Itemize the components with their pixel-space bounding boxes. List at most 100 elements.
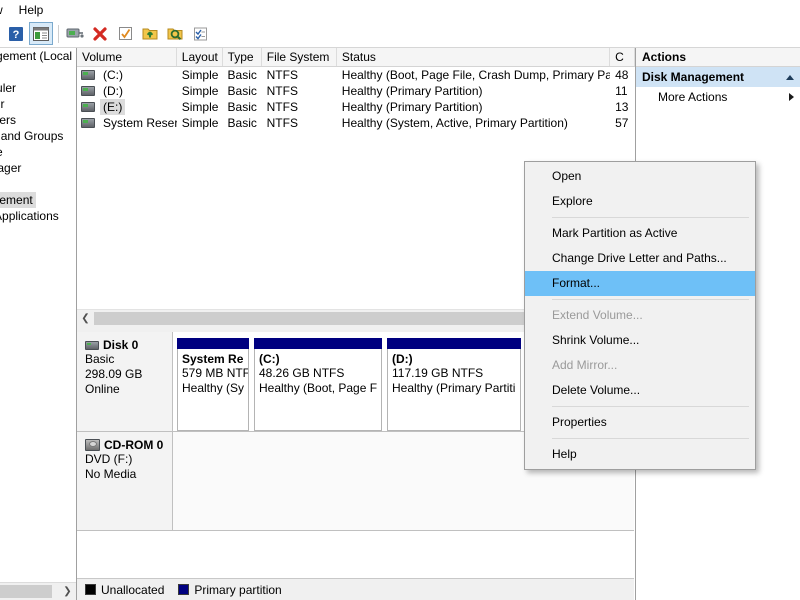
check-task-icon[interactable] (113, 22, 137, 45)
table-row[interactable]: (C:) Simple Basic NTFS Healthy (Boot, Pa… (77, 67, 635, 83)
context-menu-separator (552, 406, 749, 407)
menu-help[interactable]: Help (11, 1, 52, 19)
cell-file-system: NTFS (262, 67, 337, 83)
tree-horizontal-scrollbar[interactable]: ❯ (0, 582, 76, 600)
context-menu-separator (552, 217, 749, 218)
partition-bar (387, 338, 521, 349)
context-menu-separator (552, 299, 749, 300)
cdrom-drive-letter: DVD (F:) (85, 452, 166, 467)
partition-status: Healthy (Primary Partiti (392, 381, 516, 396)
tree-item-computer-management[interactable]: Computer Management (Local (0, 48, 77, 64)
disk-icon (85, 341, 99, 350)
cell-file-system: NTFS (262, 115, 337, 131)
cell-capacity: 48 (610, 67, 635, 83)
cell-layout: Simple (177, 99, 223, 115)
context-menu-item-help[interactable]: Help (525, 442, 755, 467)
disk-name: Disk 0 (103, 338, 138, 352)
cell-type: Basic (223, 67, 262, 83)
chevron-up-icon[interactable] (786, 75, 794, 80)
toolbar-separator (58, 25, 59, 43)
menu-view[interactable]: w (0, 1, 11, 19)
cell-type: Basic (223, 83, 262, 99)
tree-scroll-thumb[interactable] (0, 585, 52, 598)
actions-group-label: Disk Management (642, 67, 744, 87)
tree-item-local-users-groups[interactable]: Local Users and Groups (0, 128, 77, 144)
legend-label-unallocated: Unallocated (101, 583, 164, 597)
cell-volume: (D:) (77, 83, 177, 99)
actions-item-more-actions[interactable]: More Actions (636, 87, 800, 107)
partition-bar (254, 338, 382, 349)
cell-status: Healthy (Boot, Page File, Crash Dump, Pr… (337, 67, 610, 83)
context-menu-item-properties[interactable]: Properties (525, 410, 755, 435)
partition-c[interactable]: (C:) 48.26 GB NTFS Healthy (Boot, Page F (254, 338, 382, 431)
show-hide-console-tree-icon[interactable] (29, 22, 53, 45)
tree-item-task-scheduler[interactable]: Task Scheduler (0, 80, 77, 96)
rescan-disks-icon[interactable] (163, 22, 187, 45)
chevron-right-icon[interactable] (789, 93, 794, 101)
table-row[interactable]: (D:) Simple Basic NTFS Healthy (Primary … (77, 83, 635, 99)
column-header-capacity[interactable]: C (610, 48, 635, 66)
column-header-type[interactable]: Type (223, 48, 262, 66)
connect-remote-icon[interactable] (63, 22, 87, 45)
cell-status: Healthy (Primary Partition) (337, 99, 610, 115)
partition-label: (C:) (259, 352, 377, 366)
tree-item-device-manager[interactable]: Device Manager (0, 160, 77, 176)
cell-capacity: 11 (610, 83, 635, 99)
menu-bar: w Help (0, 0, 800, 20)
actions-group-disk-management[interactable]: Disk Management (636, 67, 800, 87)
cdrom-icon (85, 439, 100, 451)
help-icon[interactable]: ? (4, 22, 28, 45)
column-header-volume[interactable]: Volume (77, 48, 177, 66)
disk-info-disk0[interactable]: Disk 0 Basic 298.09 GB Online (77, 332, 173, 431)
cell-layout: Simple (177, 83, 223, 99)
partition-status: Healthy (Boot, Page F (259, 381, 377, 396)
legend-label-primary-partition: Primary partition (194, 583, 281, 597)
tree-item-event-viewer[interactable]: Event Viewer (0, 96, 77, 112)
context-menu-item-change-drive-letter[interactable]: Change Drive Letter and Paths... (525, 246, 755, 271)
context-menu-item-shrink-volume[interactable]: Shrink Volume... (525, 328, 755, 353)
table-row[interactable]: (E:) Simple Basic NTFS Healthy (Primary … (77, 99, 635, 115)
context-menu: Open Explore Mark Partition as Active Ch… (524, 161, 756, 470)
tree-item-shared-folders[interactable]: Shared Folders (0, 112, 77, 128)
disk-title-cdrom0: CD-ROM 0 (85, 438, 166, 452)
tree-scroll-right-arrow[interactable]: ❯ (59, 586, 76, 597)
properties-icon[interactable] (188, 22, 212, 45)
cell-status: Healthy (Primary Partition) (337, 83, 610, 99)
context-menu-item-mark-partition-as-active[interactable]: Mark Partition as Active (525, 221, 755, 246)
delete-icon[interactable] (88, 22, 112, 45)
column-header-status[interactable]: Status (337, 48, 610, 66)
volume-scroll-left-arrow[interactable]: ❮ (77, 310, 94, 327)
context-menu-item-explore[interactable]: Explore (525, 189, 755, 214)
context-menu-item-open[interactable]: Open (525, 164, 755, 189)
column-header-layout[interactable]: Layout (177, 48, 223, 66)
disk-name: CD-ROM 0 (104, 438, 163, 452)
partition-label: (D:) (392, 352, 516, 366)
legend-swatch-unallocated (85, 584, 96, 595)
cell-type: Basic (223, 115, 262, 131)
tree-item-storage[interactable]: Storage (0, 176, 77, 192)
tree-item-performance[interactable]: Performance (0, 144, 77, 160)
tree-item-system-tools[interactable]: System Tools (0, 64, 77, 80)
legend-item-primary-partition: Primary partition (178, 583, 281, 597)
tree-item-services-applications[interactable]: Services and Applications (0, 208, 77, 224)
partition-status: Healthy (Sy (182, 381, 244, 396)
partition-size: 117.19 GB NTFS (392, 366, 516, 381)
cdrom-status: No Media (85, 467, 166, 482)
column-header-file-system[interactable]: File System (262, 48, 337, 66)
volume-list-rows: (C:) Simple Basic NTFS Healthy (Boot, Pa… (77, 67, 635, 131)
cell-capacity: 57 (610, 115, 635, 131)
actions-item-label: More Actions (658, 87, 727, 107)
cell-status: Healthy (System, Active, Primary Partiti… (337, 115, 610, 131)
legend-swatch-primary-partition (178, 584, 189, 595)
context-menu-item-format[interactable]: Format... (525, 271, 755, 296)
disk-info-cdrom0[interactable]: CD-ROM 0 DVD (F:) No Media (77, 432, 173, 530)
export-list-icon[interactable] (138, 22, 162, 45)
drive-icon (81, 70, 95, 80)
cell-file-system: NTFS (262, 83, 337, 99)
table-row[interactable]: System Reserved Simple Basic NTFS Health… (77, 115, 635, 131)
cell-capacity: 13 (610, 99, 635, 115)
tree-item-disk-management[interactable]: Disk Management (0, 192, 36, 208)
partition-d[interactable]: (D:) 117.19 GB NTFS Healthy (Primary Par… (387, 338, 521, 431)
partition-system-reserved[interactable]: System Re 579 MB NTF Healthy (Sy (177, 338, 249, 431)
context-menu-item-delete-volume[interactable]: Delete Volume... (525, 378, 755, 403)
